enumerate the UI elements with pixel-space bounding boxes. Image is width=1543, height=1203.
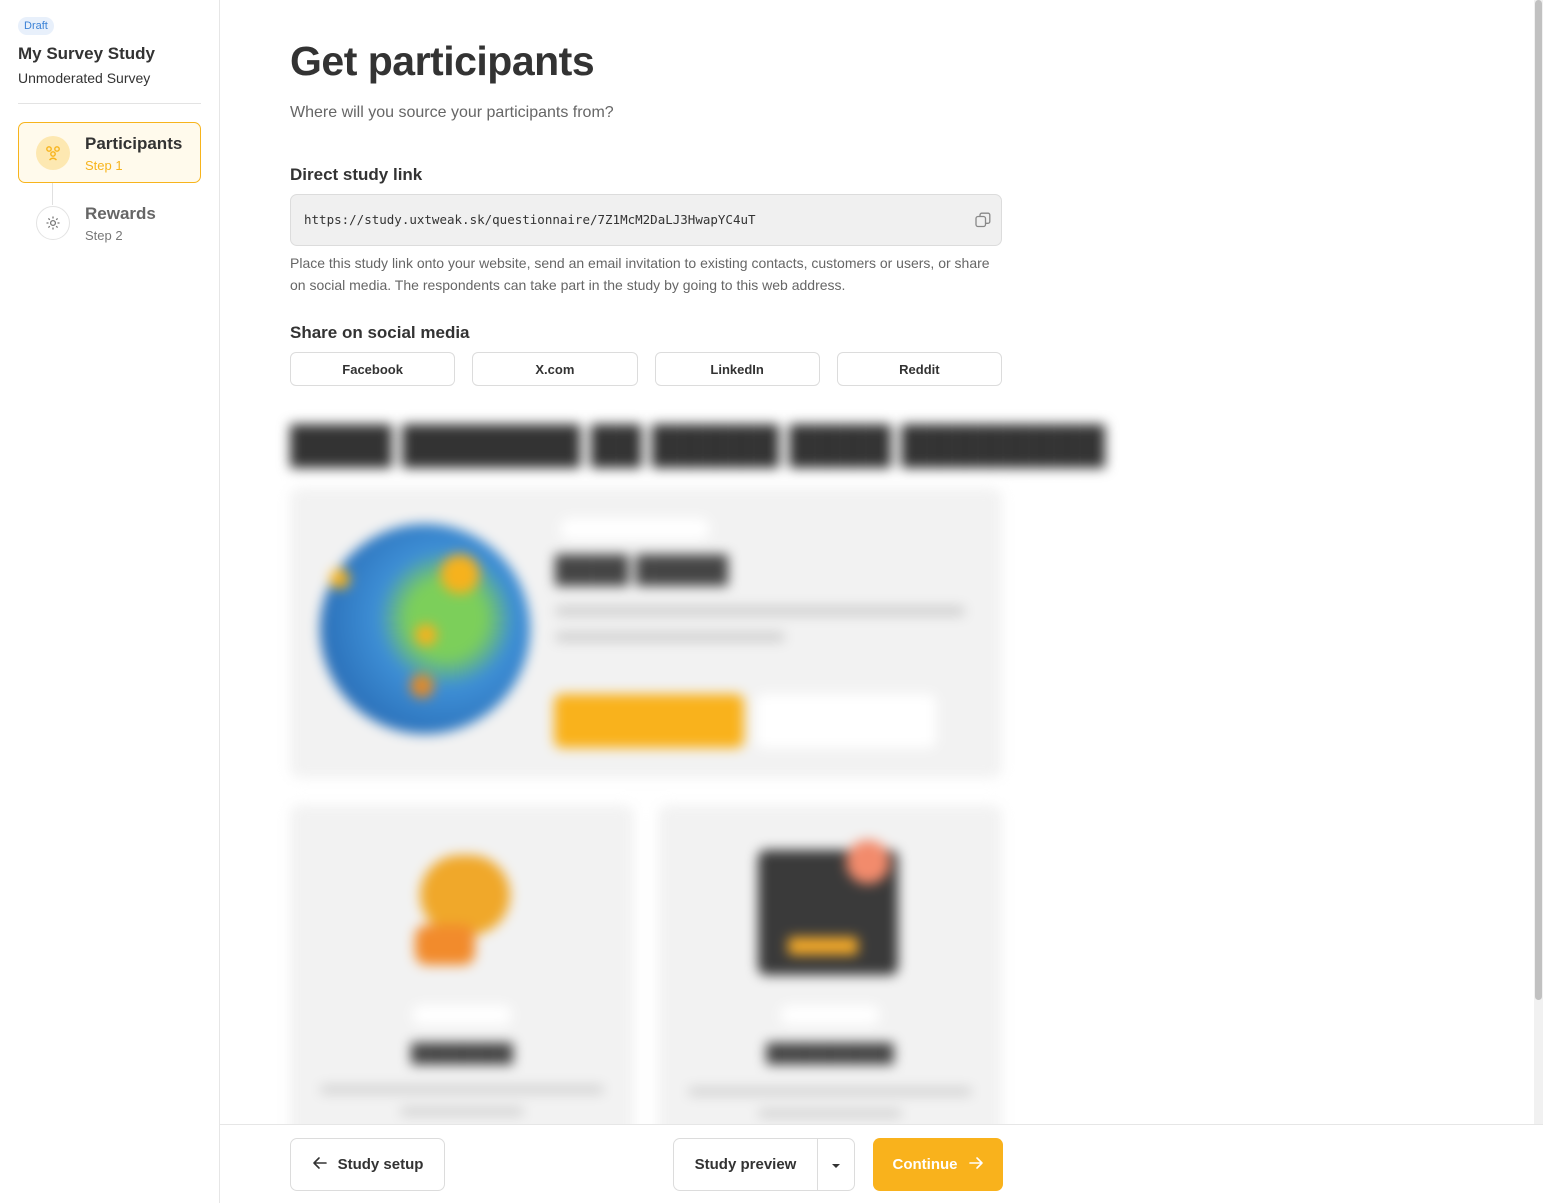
study-setup-label: Study setup	[337, 1156, 424, 1173]
study-setup-button[interactable]: Study setup	[290, 1138, 445, 1191]
gear-icon	[36, 206, 70, 240]
sidebar-divider	[18, 103, 201, 104]
page-subtitle: Where will you source your participants …	[290, 104, 614, 121]
copy-icon[interactable]	[974, 211, 992, 229]
share-facebook-button[interactable]: Facebook	[290, 352, 456, 386]
study-link-field[interactable]: https://study.uxtweak.sk/questionnaire/7…	[290, 194, 1002, 246]
sidebar-step-participants[interactable]: Participants Step 1	[18, 122, 201, 183]
continue-label: Continue	[892, 1156, 958, 1173]
draft-badge: Draft	[18, 17, 54, 35]
direct-link-help: Place this study link onto your website,…	[290, 255, 990, 293]
step-label: Rewards	[85, 204, 156, 223]
step-label: Participants	[85, 134, 183, 153]
study-preview-dropdown[interactable]	[817, 1139, 854, 1190]
footer-bar: Study setup Study preview Continue	[220, 1124, 1543, 1203]
participants-icon	[36, 136, 70, 170]
social-heading: Share on social media	[290, 323, 470, 342]
direct-link-heading: Direct study link	[290, 165, 423, 184]
sidebar: Draft My Survey Study Unmoderated Survey…	[0, 0, 220, 1203]
share-x-button[interactable]: X.com	[472, 352, 638, 386]
sidebar-step-rewards[interactable]: Rewards Step 2	[18, 192, 201, 253]
blurred-panel-card: ████ █████	[290, 488, 1002, 778]
blurred-card-left: ████████	[290, 805, 634, 1124]
share-reddit-button[interactable]: Reddit	[836, 352, 1002, 386]
study-type: Unmoderated Survey	[18, 70, 151, 86]
social-buttons: Facebook X.com LinkedIn Reddit	[290, 352, 1002, 386]
step-number: Step 1	[85, 158, 123, 173]
arrow-right-icon	[968, 1155, 984, 1175]
continue-button[interactable]: Continue	[873, 1138, 1003, 1191]
study-link-url[interactable]: https://study.uxtweak.sk/questionnaire/7…	[304, 212, 756, 227]
study-title: My Survey Study	[18, 44, 155, 63]
share-linkedin-button[interactable]: LinkedIn	[654, 352, 820, 386]
page-title: Get participants	[290, 38, 595, 84]
main-content: Get participants Where will you source y…	[220, 0, 1534, 1124]
blurred-card-right: ██████████	[658, 805, 1002, 1124]
study-preview-button[interactable]: Study preview	[674, 1139, 817, 1190]
globe-illustration	[320, 524, 530, 734]
caret-down-icon	[831, 1157, 841, 1172]
blurred-primary-button	[554, 694, 744, 748]
scrollbar-thumb[interactable]	[1535, 0, 1542, 1000]
arrow-left-icon	[312, 1155, 328, 1175]
blurred-more-options: ████ ███████ ██ █████ ████ ████████ ████…	[290, 420, 1105, 1124]
blurred-secondary-button	[756, 694, 936, 748]
study-preview-split-button: Study preview	[673, 1138, 855, 1191]
blurred-heading: ████ ███████ ██ █████ ████ ████████	[290, 424, 1106, 465]
step-number: Step 2	[85, 228, 123, 243]
